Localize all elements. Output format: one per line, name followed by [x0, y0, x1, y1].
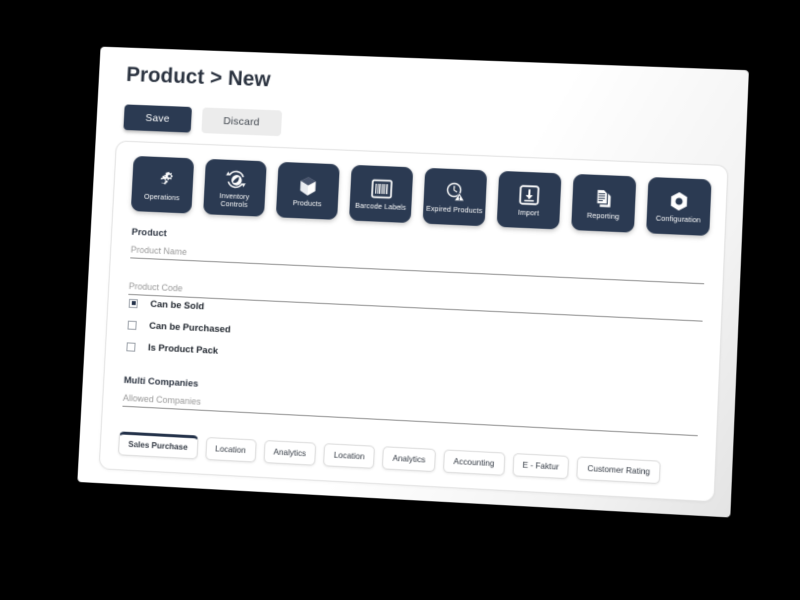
- tile-configuration[interactable]: Configuration: [646, 176, 712, 236]
- tile-label: Operations: [143, 191, 180, 203]
- detail-tab-row: Sales Purchase Location Analytics Location A…: [117, 431, 705, 486]
- refresh-circle-icon: [225, 168, 247, 190]
- hex-nut-icon: [668, 191, 689, 213]
- product-name-placeholder: Product Name: [130, 244, 188, 257]
- tab-location[interactable]: Location: [323, 443, 376, 469]
- allowed-companies-placeholder: Allowed Companies: [122, 392, 202, 407]
- tab-analytics[interactable]: Analytics: [263, 439, 317, 466]
- tile-reporting[interactable]: Reporting: [571, 173, 637, 233]
- tab-accounting[interactable]: Accounting: [442, 449, 505, 476]
- tile-label: Import: [517, 207, 540, 218]
- tile-import[interactable]: Import: [496, 170, 562, 230]
- tab-analytics[interactable]: Analytics: [382, 446, 437, 473]
- tile-label: Barcode Labels: [354, 200, 407, 212]
- tile-inventory-controls[interactable]: Inventory Controls: [203, 158, 267, 217]
- allowed-companies-field[interactable]: Allowed Companies: [122, 392, 698, 437]
- gears-icon: [152, 169, 174, 191]
- action-button-row: Save Discard: [123, 104, 282, 137]
- checkbox-row-is-product-pack[interactable]: Is Product Pack: [126, 335, 230, 362]
- tile-label: Products: [292, 197, 322, 209]
- tile-expired-products[interactable]: Expired Products: [422, 167, 488, 227]
- product-section-label: Product: [131, 226, 167, 240]
- cube-box-icon: [298, 175, 319, 197]
- product-flags-checkbox-list: Can be Sold Can be Purchased Is Product Pa…: [126, 292, 232, 362]
- checkbox-label: Can be Sold: [150, 298, 205, 312]
- documents-stack-icon: [593, 188, 614, 210]
- tab-e-faktur[interactable]: E - Faktur: [511, 453, 570, 480]
- tile-label: Reporting: [586, 210, 620, 221]
- checkbox-label: Is Product Pack: [147, 341, 219, 357]
- import-download-icon: [519, 185, 540, 207]
- tab-customer-rating[interactable]: Customer Rating: [576, 456, 661, 485]
- app-background: Product > New Save Discard Operations In…: [0, 0, 800, 600]
- tile-barcode-labels[interactable]: Barcode Labels: [348, 164, 414, 224]
- tilted-card-wrapper: Product > New Save Discard Operations In…: [77, 46, 749, 518]
- tab-location[interactable]: Location: [204, 436, 257, 463]
- multi-companies-label: Multi Companies: [123, 374, 199, 390]
- form-panel: Operations Inventory Controls Products B…: [98, 140, 729, 503]
- checkbox-icon[interactable]: [127, 320, 137, 330]
- save-button[interactable]: Save: [123, 104, 192, 133]
- page-title: Product > New: [125, 63, 272, 92]
- tile-products[interactable]: Products: [275, 161, 340, 220]
- tab-sales-purchase[interactable]: Sales Purchase: [117, 431, 199, 460]
- discard-button[interactable]: Discard: [201, 107, 282, 137]
- checkbox-icon[interactable]: [126, 341, 136, 352]
- product-form-card: Product > New Save Discard Operations In…: [77, 46, 749, 518]
- allowed-companies-underline: [122, 405, 698, 437]
- clock-warning-icon: [444, 181, 466, 203]
- tile-label: Expired Products: [425, 203, 483, 215]
- checkbox-icon[interactable]: [128, 298, 138, 308]
- shortcut-tile-row: Operations Inventory Controls Products B…: [130, 155, 717, 236]
- barcode-icon: [370, 178, 392, 200]
- product-name-field[interactable]: Product Name: [130, 244, 705, 285]
- tile-label: Configuration: [655, 213, 701, 225]
- tile-label: Inventory Controls: [219, 190, 250, 210]
- checkbox-label: Can be Purchased: [148, 320, 231, 335]
- tile-operations[interactable]: Operations: [130, 155, 195, 214]
